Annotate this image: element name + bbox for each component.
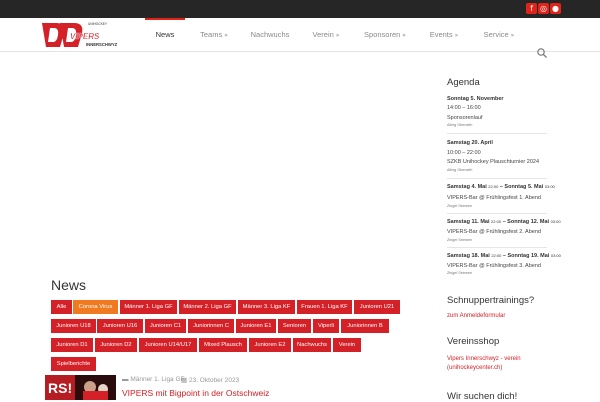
nav-service[interactable]: Service» bbox=[478, 18, 520, 52]
schnupper-heading: Schnuppertrainings? bbox=[447, 295, 535, 306]
logo-subtitle: INNERSCHWYZ bbox=[86, 42, 118, 47]
divider bbox=[447, 213, 547, 214]
shop-link[interactable]: Vipers Innerschwyz - verein bbox=[447, 356, 521, 362]
chevron-down-icon: » bbox=[454, 32, 459, 39]
filter-chip[interactable]: Junioren U14/U17 bbox=[139, 338, 197, 352]
filter-chip[interactable]: Junioren E2 bbox=[249, 338, 291, 352]
event-date: Samstag 4. Mai 22:00 – Sonntag 5. Mai 03… bbox=[447, 184, 555, 190]
calendar-icon: ▦ bbox=[181, 377, 189, 384]
post-title[interactable]: VIPERS mit Bigpoint in der Ostschweiz bbox=[122, 388, 269, 398]
chevron-down-icon: » bbox=[335, 32, 340, 39]
filter-chip[interactable]: Männer 3. Liga KF bbox=[238, 300, 295, 314]
nav-news[interactable]: News bbox=[145, 18, 185, 52]
filter-chip[interactable]: Alle bbox=[51, 300, 72, 314]
agenda-heading: Agenda bbox=[447, 77, 480, 88]
nav-verein[interactable]: Verein» bbox=[306, 18, 346, 52]
filter-chip[interactable]: Senioren bbox=[278, 319, 311, 333]
filter-chip[interactable]: Männer 2. Liga GF bbox=[179, 300, 236, 314]
event-title[interactable]: VIPERS-Bar @ Frühlingsfest 2. Abend bbox=[447, 229, 541, 235]
divider bbox=[447, 178, 547, 179]
logo-wordmark: VIPERS bbox=[70, 32, 100, 41]
chevron-down-icon: » bbox=[224, 32, 228, 39]
shop-link-domain[interactable]: (unihockeycenter.ch) bbox=[447, 365, 502, 371]
event-location: Zingel Seewen bbox=[447, 238, 473, 242]
event-title[interactable]: VIPERS-Bar @ Frühlingsfest 1. Abend bbox=[447, 195, 541, 201]
filter-chip[interactable]: Junioren U16 bbox=[97, 319, 143, 333]
filter-chip[interactable]: Männer 1. Liga GF bbox=[120, 300, 177, 314]
nav-teams[interactable]: Teams» bbox=[194, 18, 234, 52]
event-date: Samstag 11. Mai 22:00 – Sonntag 12. Mai … bbox=[447, 219, 561, 225]
logo-small-text: UNIHOCKEY bbox=[88, 22, 108, 26]
event-location: Zingel Seewen bbox=[447, 204, 473, 208]
post-category[interactable]: ▬ Männer 1. Liga GF bbox=[122, 376, 185, 383]
event-time: 10:00 – 22:00 bbox=[447, 150, 481, 156]
event-title[interactable]: Sponsorenlauf bbox=[447, 115, 482, 121]
event-location: Alling Oberarth bbox=[447, 123, 473, 127]
filter-chip[interactable]: Viperli bbox=[313, 319, 339, 333]
instagram-icon[interactable]: ◎ bbox=[538, 3, 549, 14]
main-header: VIPERS UNIHOCKEY INNERSCHWYZ News Teams»… bbox=[0, 18, 600, 58]
event-time: 14:00 – 16:00 bbox=[447, 105, 481, 111]
facebook-icon[interactable]: f bbox=[526, 3, 537, 14]
nav-sponsoren[interactable]: Sponsoren» bbox=[360, 18, 410, 52]
search-icon[interactable] bbox=[536, 47, 548, 59]
filter-chip[interactable]: Junioren D1 bbox=[51, 338, 93, 352]
thumb-text: RS! bbox=[48, 380, 72, 396]
event-date: Samstag 18. Mai 22:00 – Sonntag 19. Mai … bbox=[447, 253, 561, 259]
chevron-down-icon: » bbox=[402, 32, 406, 39]
event-location: Zingel Seewen bbox=[447, 271, 473, 275]
event-title[interactable]: SZKB Unihockey Plauschturnier 2024 bbox=[447, 159, 539, 165]
post-date: ▦ 23. Oktober 2023 bbox=[181, 377, 240, 384]
filter-chip[interactable]: Juniorinnen C bbox=[188, 319, 234, 333]
filter-chip[interactable]: Juniorinnen B bbox=[341, 319, 389, 333]
event-date: Samstag 20. April bbox=[447, 140, 493, 146]
divider bbox=[447, 247, 547, 248]
filter-chip[interactable]: Spielberichte bbox=[51, 357, 96, 371]
filter-chip[interactable]: Junioren U21 bbox=[354, 300, 400, 314]
filter-chip[interactable]: Junioren C1 bbox=[145, 319, 186, 333]
filter-chip[interactable]: Nachwuchs bbox=[293, 338, 331, 352]
post-thumbnail[interactable]: RS! bbox=[45, 375, 116, 400]
divider bbox=[447, 133, 547, 134]
filter-chip[interactable]: Junioren E1 bbox=[236, 319, 276, 333]
filter-chip[interactable]: Junioren D2 bbox=[95, 338, 137, 352]
event-title[interactable]: VIPERS-Bar @ Frühlingsfest 3. Abend bbox=[447, 263, 541, 269]
club-logo[interactable]: VIPERS UNIHOCKEY INNERSCHWYZ bbox=[40, 19, 118, 51]
event-date: Sonntag 5. November bbox=[447, 96, 504, 102]
nav-nachwuchs[interactable]: Nachwuchs bbox=[246, 18, 294, 52]
filter-chip[interactable]: Mixed Plausch bbox=[199, 338, 247, 352]
filter-chip[interactable]: Frauen 1. Liga KF bbox=[297, 300, 352, 314]
filter-chip[interactable]: Junioren U18 bbox=[51, 319, 96, 333]
news-heading: News bbox=[51, 277, 87, 293]
filter-chip[interactable]: Corona Virus bbox=[73, 300, 118, 314]
registration-link[interactable]: zum Anmeldeformular bbox=[447, 313, 505, 319]
nav-events[interactable]: Events» bbox=[424, 18, 464, 52]
flickr-icon[interactable]: ● bbox=[550, 3, 561, 14]
filter-chip[interactable]: Verein bbox=[333, 338, 361, 352]
shop-heading: Vereinsshop bbox=[447, 336, 500, 347]
chevron-down-icon: » bbox=[510, 32, 515, 39]
event-location: Alling Oberarth bbox=[447, 168, 473, 172]
wir-suchen-heading: Wir suchen dich! bbox=[447, 391, 518, 402]
top-bar: f ◎ ● bbox=[0, 0, 600, 18]
